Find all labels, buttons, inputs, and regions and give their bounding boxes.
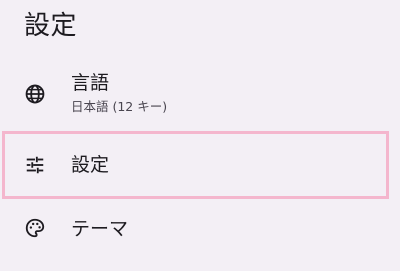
menu-item-language-subtitle: 日本語 (12 キー): [71, 99, 168, 114]
page-title: 設定: [24, 11, 78, 41]
globe-icon: [24, 83, 46, 105]
menu-item-settings[interactable]: 設定: [2, 131, 389, 199]
menu-item-settings-label: 設定: [71, 154, 110, 176]
menu-item-language[interactable]: 言語 日本語 (12 キー): [0, 64, 400, 128]
tune-sliders-icon: [24, 154, 46, 176]
menu-item-theme-label: テーマ: [71, 218, 129, 240]
menu-item-theme[interactable]: テーマ: [0, 206, 400, 252]
palette-icon: [24, 217, 46, 239]
menu-item-language-label: 言語: [71, 72, 110, 94]
